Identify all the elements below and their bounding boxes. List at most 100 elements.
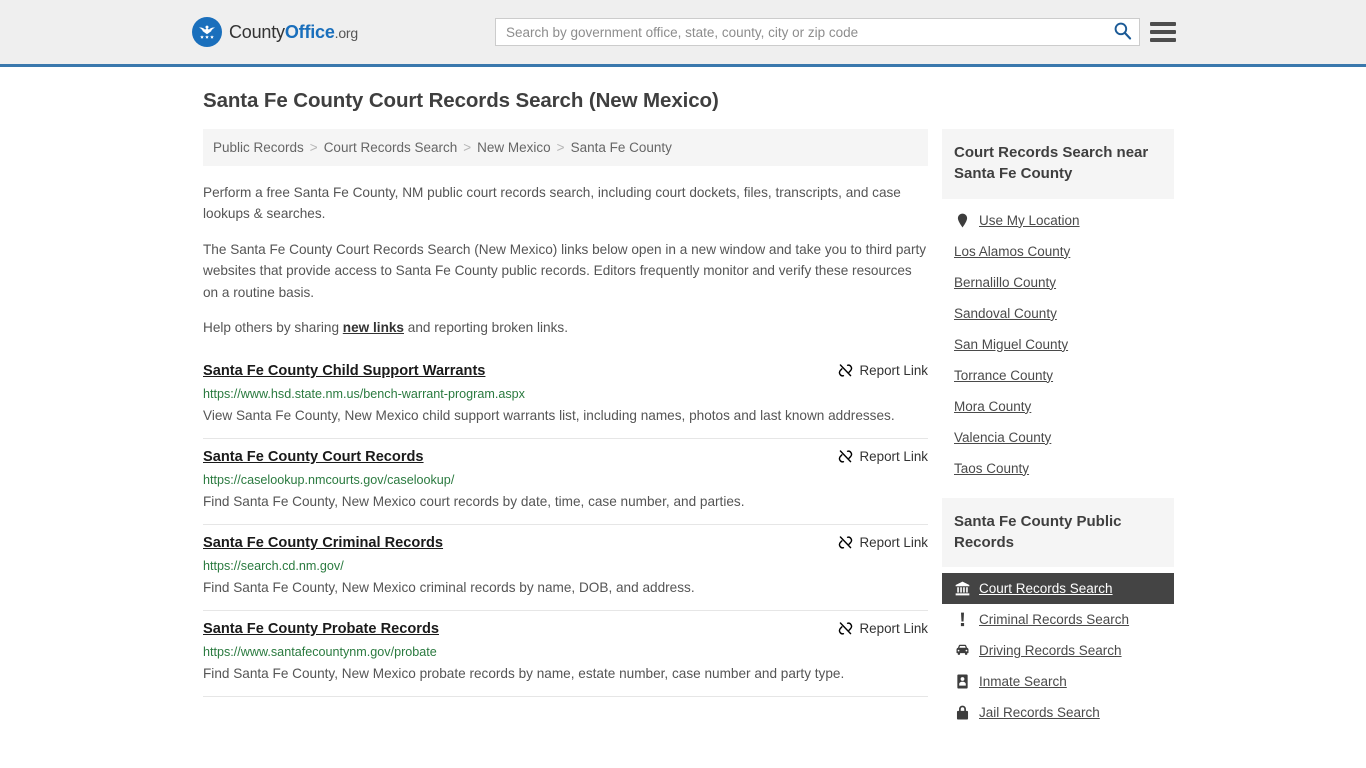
result-url[interactable]: https://caselookup.nmcourts.gov/caselook…	[203, 473, 928, 487]
site-logo[interactable]: CountyOffice.org	[192, 17, 358, 47]
brand-text-office: Office	[284, 21, 335, 42]
nearby-county-label: Mora County	[954, 398, 1032, 414]
public-records-link[interactable]: Inmate Search	[942, 666, 1174, 697]
public-records-link[interactable]: Driving Records Search	[942, 635, 1174, 666]
result-header: Santa Fe County Probate Records Report Li…	[203, 620, 928, 639]
result-header: Santa Fe County Criminal Records Report L…	[203, 534, 928, 553]
breadcrumb: Public Records > Court Records Search > New …	[203, 129, 928, 166]
report-link-button[interactable]: Report Link	[838, 449, 928, 464]
search-bar	[495, 18, 1140, 46]
menu-bar-3	[1150, 38, 1176, 42]
broken-link-icon	[838, 449, 853, 464]
breadcrumb-separator: >	[556, 140, 565, 155]
report-link-button[interactable]: Report Link	[838, 535, 928, 550]
courthouse-icon	[954, 581, 970, 596]
breadcrumb-item-3[interactable]: New Mexico	[477, 140, 551, 155]
page-title: Santa Fe County Court Records Search (Ne…	[203, 89, 719, 112]
broken-link-icon	[838, 363, 853, 378]
nearby-county-link[interactable]: Taos County	[942, 453, 1174, 484]
public-records-label: Inmate Search	[979, 674, 1067, 690]
nearby-county-label: Sandoval County	[954, 305, 1057, 321]
hamburger-menu-button[interactable]	[1150, 18, 1176, 46]
public-records-link[interactable]: Court Records Search	[942, 573, 1174, 605]
result-url[interactable]: https://search.cd.nm.gov/	[203, 559, 928, 573]
public-records-link[interactable]: Criminal Records Search	[942, 604, 1174, 635]
menu-bar-1	[1150, 22, 1176, 26]
search-icon	[1113, 21, 1132, 43]
nearby-county-link[interactable]: Bernalillo County	[942, 267, 1174, 298]
nearby-county-label: Torrance County	[954, 367, 1054, 383]
result-description: Find Santa Fe County, New Mexico probate…	[203, 665, 845, 681]
result-title-link[interactable]: Santa Fe County Court Records	[203, 448, 424, 467]
nearby-counties-card: Court Records Search near Santa Fe Count…	[942, 129, 1174, 484]
public-records-card: Santa Fe County Public Records Court Rec…	[942, 497, 1174, 729]
nearby-county-link[interactable]: Use My Location	[942, 205, 1174, 236]
nearby-county-link[interactable]: Torrance County	[942, 360, 1174, 391]
lock-icon	[954, 705, 970, 720]
nearby-county-link[interactable]: Los Alamos County	[942, 236, 1174, 267]
nearby-county-label: Los Alamos County	[954, 243, 1071, 259]
nearby-county-link[interactable]: Mora County	[942, 391, 1174, 422]
breadcrumb-item-1[interactable]: Public Records	[213, 140, 304, 155]
map-pin-icon	[954, 213, 970, 228]
nearby-county-label: Valencia County	[954, 429, 1052, 445]
breadcrumb-separator: >	[463, 140, 472, 155]
report-link-button[interactable]: Report Link	[838, 363, 928, 378]
main-column: Public Records > Court Records Search > New …	[203, 129, 928, 697]
brand-text-county: County	[229, 21, 285, 42]
result-description: Find Santa Fe County, New Mexico court r…	[203, 493, 745, 509]
result-item: Santa Fe County Court Records Report Link…	[203, 439, 928, 525]
result-item: Santa Fe County Criminal Records Report L…	[203, 525, 928, 611]
report-link-label: Report Link	[859, 620, 928, 636]
intro-paragraph-3: Help others by sharing new links and rep…	[203, 317, 928, 338]
result-url[interactable]: https://www.hsd.state.nm.us/bench-warran…	[203, 387, 928, 401]
result-header: Santa Fe County Court Records Report Link	[203, 448, 928, 467]
nearby-county-label: San Miguel County	[954, 336, 1069, 352]
nearby-county-link[interactable]: Sandoval County	[942, 298, 1174, 329]
public-records-label: Court Records Search	[979, 581, 1113, 597]
result-description: View Santa Fe County, New Mexico child s…	[203, 407, 895, 423]
result-title-link[interactable]: Santa Fe County Probate Records	[203, 620, 439, 639]
report-link-label: Report Link	[859, 448, 928, 464]
public-records-label: Criminal Records Search	[979, 612, 1130, 628]
id-card-icon	[954, 674, 970, 689]
result-url[interactable]: https://www.santafecountynm.gov/probate	[203, 645, 928, 659]
new-links-link[interactable]: new links	[343, 320, 404, 335]
breadcrumb-item-2[interactable]: Court Records Search	[324, 140, 458, 155]
broken-link-icon	[838, 535, 853, 550]
site-header: CountyOffice.org	[0, 0, 1366, 67]
public-records-link[interactable]: Jail Records Search	[942, 697, 1174, 728]
public-records-label: Driving Records Search	[979, 643, 1122, 659]
brand-text: CountyOffice.org	[229, 22, 358, 43]
nearby-county-link[interactable]: Valencia County	[942, 422, 1174, 453]
result-title-link[interactable]: Santa Fe County Criminal Records	[203, 534, 443, 553]
result-item: Santa Fe County Child Support Warrants Re…	[203, 353, 928, 439]
share-text-after: and reporting broken links.	[404, 320, 568, 336]
intro-paragraph-2: The Santa Fe County Court Records Search…	[203, 241, 927, 300]
nearby-county-label: Use My Location	[979, 212, 1080, 228]
report-link-label: Report Link	[859, 534, 928, 550]
nearby-county-label: Taos County	[954, 460, 1030, 476]
report-link-label: Report Link	[859, 362, 928, 378]
nearby-counties-list: Use My Location Los Alamos County Bernalil…	[942, 199, 1174, 484]
result-header: Santa Fe County Child Support Warrants Re…	[203, 362, 928, 381]
public-records-heading: Santa Fe County Public Records	[942, 497, 1174, 568]
result-description: Find Santa Fe County, New Mexico crimina…	[203, 579, 695, 595]
report-link-button[interactable]: Report Link	[838, 621, 928, 636]
car-icon	[954, 643, 970, 658]
search-button[interactable]	[1105, 19, 1139, 45]
nearby-counties-heading: Court Records Search near Santa Fe Count…	[942, 129, 1174, 199]
nearby-county-link[interactable]: San Miguel County	[942, 329, 1174, 360]
search-input[interactable]	[496, 19, 1105, 45]
menu-bar-2	[1150, 30, 1176, 34]
result-title-link[interactable]: Santa Fe County Child Support Warrants	[203, 362, 485, 381]
brand-text-org: .org	[334, 24, 359, 41]
public-records-label: Jail Records Search	[979, 705, 1100, 721]
result-item: Santa Fe County Probate Records Report Li…	[203, 611, 928, 697]
page-container: Santa Fe County Court Records Search (Ne…	[0, 89, 1366, 742]
intro-text: Perform a free Santa Fe County, NM publi…	[203, 182, 928, 339]
public-records-list: Court Records Search Criminal Records Sea…	[942, 567, 1174, 728]
breadcrumb-item-4[interactable]: Santa Fe County	[571, 140, 672, 155]
nearby-county-label: Bernalillo County	[954, 274, 1057, 290]
intro-paragraph-1: Perform a free Santa Fe County, NM publi…	[203, 185, 901, 222]
